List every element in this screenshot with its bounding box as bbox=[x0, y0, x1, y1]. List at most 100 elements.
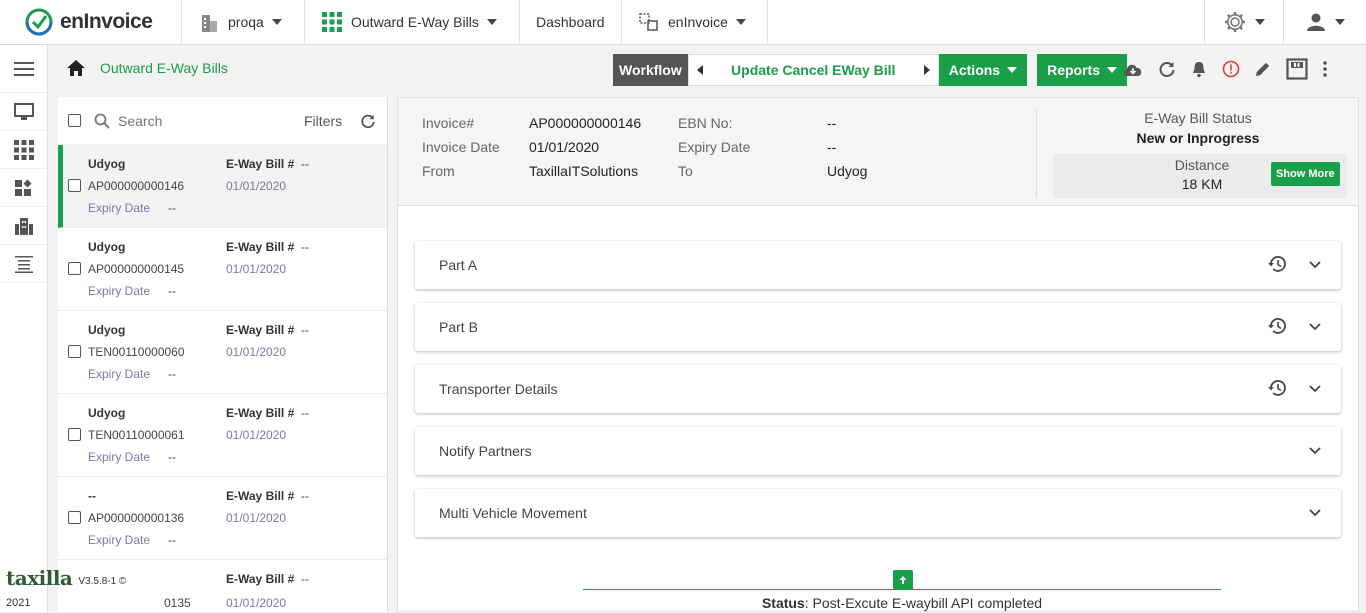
widgets-icon bbox=[14, 179, 31, 196]
next-step-icon[interactable] bbox=[923, 65, 930, 75]
dashboard-link[interactable]: Dashboard bbox=[520, 0, 622, 45]
ewb-value: -- bbox=[301, 489, 309, 503]
section-part-b[interactable]: Part B bbox=[415, 303, 1341, 351]
chevron-down-icon bbox=[1255, 19, 1265, 25]
section-label: Transporter Details bbox=[439, 381, 558, 397]
user-menu[interactable] bbox=[1284, 0, 1366, 45]
cloud-download-icon[interactable] bbox=[1122, 60, 1144, 78]
status-bar: Status: Post-Excute E-waybill API comple… bbox=[583, 589, 1221, 613]
bell-icon[interactable] bbox=[1190, 60, 1208, 78]
action-bar: Outward E-Way Bills Workflow Update Canc… bbox=[48, 45, 1366, 97]
section-part-a[interactable]: Part A bbox=[415, 241, 1341, 289]
chevron-down-icon bbox=[1107, 67, 1117, 73]
nav-reports[interactable] bbox=[0, 245, 47, 283]
from-value: TaxillaITSolutions bbox=[529, 163, 638, 179]
party-name: Udyog bbox=[88, 240, 126, 254]
top-bar: enInvoice proqa Outward E-Way Bills Dash… bbox=[0, 0, 1366, 45]
ewb-value: -- bbox=[301, 323, 309, 337]
expand-status-button[interactable] bbox=[893, 570, 913, 589]
expiry-label: Expiry Date bbox=[88, 201, 151, 215]
list-item[interactable]: Udyog AP000000000146 Expiry Date -- E-Wa… bbox=[58, 145, 387, 228]
settings-menu[interactable] bbox=[1204, 0, 1284, 45]
detail-panel: Invoice# AP000000000146 Invoice Date 01/… bbox=[397, 97, 1359, 612]
chevron-down-icon[interactable] bbox=[1309, 509, 1321, 517]
org-selector[interactable]: proqa bbox=[182, 0, 305, 45]
switch-app-icon bbox=[639, 13, 658, 31]
user-icon bbox=[1307, 13, 1325, 31]
chevron-down-icon[interactable] bbox=[1309, 447, 1321, 455]
ewb-label: E-Way Bill # bbox=[226, 572, 295, 586]
row-checkbox[interactable] bbox=[68, 262, 81, 275]
page-title[interactable]: Outward E-Way Bills bbox=[100, 60, 228, 76]
select-all-checkbox[interactable] bbox=[68, 114, 81, 127]
app-switch-name: enInvoice bbox=[668, 14, 728, 30]
nav-organization[interactable] bbox=[0, 207, 47, 245]
app-switcher[interactable]: enInvoice bbox=[622, 0, 768, 45]
workflow-control: Workflow Update Cancel EWay Bill Actions… bbox=[613, 54, 1127, 86]
row-checkbox[interactable] bbox=[68, 345, 81, 358]
taxilla-logo: taxilla bbox=[6, 566, 73, 590]
app-name: enInvoice bbox=[60, 10, 153, 33]
ebn-value: -- bbox=[827, 115, 837, 131]
copyright-year: 2021 bbox=[6, 597, 31, 609]
row-checkbox[interactable] bbox=[68, 511, 81, 524]
list-item[interactable]: -- AP000000000136 Expiry Date -- E-Way B… bbox=[58, 477, 387, 560]
double-arrow-up-icon bbox=[899, 575, 907, 584]
invoice-value: AP000000000146 bbox=[529, 115, 642, 131]
history-icon[interactable] bbox=[1267, 254, 1287, 274]
list-item[interactable]: Udyog AP000000000145 Expiry Date -- E-Wa… bbox=[58, 228, 387, 311]
row-checkbox[interactable] bbox=[68, 179, 81, 192]
show-more-button[interactable]: Show More bbox=[1271, 162, 1340, 186]
section-transporter-details[interactable]: Transporter Details bbox=[415, 365, 1341, 413]
nav-desktop[interactable] bbox=[0, 93, 47, 131]
invoice-number: TEN00110000061 bbox=[88, 428, 185, 442]
to-label: To bbox=[678, 163, 693, 179]
ewb-value: -- bbox=[301, 240, 309, 254]
invoice-date: 01/01/2020 bbox=[226, 345, 287, 359]
section-notify-partners[interactable]: Notify Partners bbox=[415, 427, 1341, 475]
reports-button[interactable]: Reports bbox=[1037, 54, 1127, 86]
party-name: Udyog bbox=[88, 406, 126, 420]
previous-step-icon[interactable] bbox=[696, 65, 703, 75]
ewb-label: E-Way Bill # bbox=[226, 406, 295, 420]
actions-button[interactable]: Actions bbox=[938, 54, 1028, 86]
expiry-label: Expiry Date bbox=[88, 533, 151, 547]
eninvoice-logo-icon bbox=[25, 8, 53, 36]
invoice-date-value: 01/01/2020 bbox=[529, 139, 600, 155]
ewb-label: E-Way Bill # bbox=[226, 157, 295, 171]
from-label: From bbox=[422, 163, 455, 179]
refresh-list-icon[interactable] bbox=[360, 113, 376, 129]
edit-icon[interactable] bbox=[1254, 60, 1272, 78]
chevron-down-icon bbox=[486, 19, 497, 25]
module-selector[interactable]: Outward E-Way Bills bbox=[305, 0, 520, 45]
party-name: Udyog bbox=[88, 157, 126, 171]
nav-apps[interactable] bbox=[0, 131, 47, 169]
refresh-icon[interactable] bbox=[1158, 60, 1176, 78]
alert-icon[interactable] bbox=[1222, 60, 1240, 78]
toolbar-icons bbox=[1122, 58, 1328, 80]
left-nav bbox=[0, 45, 48, 612]
history-icon[interactable] bbox=[1267, 316, 1287, 336]
app-logo[interactable]: enInvoice bbox=[0, 0, 182, 45]
section-multi-vehicle-movement[interactable]: Multi Vehicle Movement bbox=[415, 489, 1341, 537]
home-icon[interactable] bbox=[66, 59, 86, 77]
more-vertical-icon[interactable] bbox=[1322, 60, 1328, 78]
save-icon[interactable] bbox=[1286, 58, 1308, 80]
history-icon[interactable] bbox=[1267, 378, 1287, 398]
distance-box: Distance 18 KM Show More bbox=[1053, 154, 1347, 198]
menu-toggle[interactable] bbox=[0, 45, 47, 93]
list-item[interactable]: Udyog TEN00110000061 Expiry Date -- E-Wa… bbox=[58, 394, 387, 477]
nav-widgets[interactable] bbox=[0, 169, 47, 207]
ewb-label: E-Way Bill # bbox=[226, 240, 295, 254]
invoice-number: TEN00110000060 bbox=[88, 345, 185, 359]
chevron-down-icon[interactable] bbox=[1309, 385, 1321, 393]
chevron-down-icon[interactable] bbox=[1309, 261, 1321, 269]
search-input[interactable] bbox=[118, 112, 268, 129]
expiry-date-value: -- bbox=[827, 139, 837, 155]
org-name: proqa bbox=[228, 14, 264, 30]
list-item[interactable]: Udyog TEN00110000060 Expiry Date -- E-Wa… bbox=[58, 311, 387, 394]
workflow-step[interactable]: Update Cancel EWay Bill bbox=[731, 62, 895, 78]
filters-button[interactable]: Filters bbox=[304, 113, 342, 129]
row-checkbox[interactable] bbox=[68, 428, 81, 441]
chevron-down-icon[interactable] bbox=[1309, 323, 1321, 331]
